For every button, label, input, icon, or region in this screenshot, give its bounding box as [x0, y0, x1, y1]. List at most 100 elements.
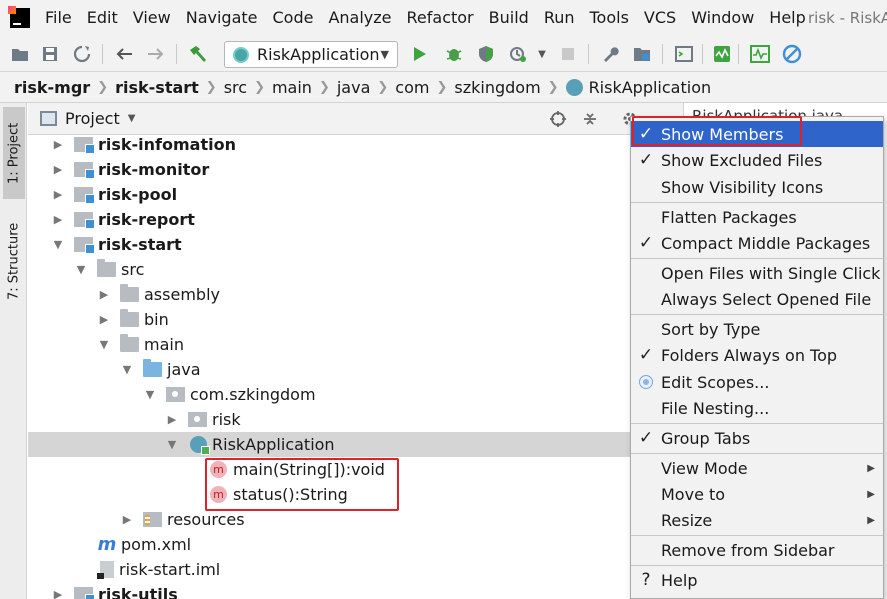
profile-icon[interactable]: [508, 44, 528, 64]
menu-item-show-visibility-icons[interactable]: Show Visibility Icons: [631, 174, 883, 200]
chevron-right-icon[interactable]: ▶: [119, 513, 135, 526]
tree-node-risk-infomation[interactable]: ▶ risk-infomation: [28, 135, 683, 157]
collapse-all-icon[interactable]: [580, 109, 600, 129]
tree-node-risk-start[interactable]: ▼ risk-start: [28, 232, 683, 257]
chevron-right-icon[interactable]: ▶: [164, 413, 180, 426]
tree-node-label: risk-pool: [98, 185, 178, 204]
tree-node-risk-report[interactable]: ▶ risk-report: [28, 207, 683, 232]
menu-item-resize[interactable]: Resize ▶: [631, 507, 883, 533]
breadcrumb-risk-start[interactable]: risk-start: [115, 78, 199, 97]
menu-item-view-mode[interactable]: View Mode ▶: [631, 455, 883, 481]
tree-node-risk-monitor[interactable]: ▶ risk-monitor: [28, 157, 683, 182]
chevron-down-icon[interactable]: ▼: [128, 113, 136, 124]
tree-node-assembly[interactable]: ▶ assembly: [28, 282, 683, 307]
tree-node-risk[interactable]: ▶ risk: [28, 407, 683, 432]
breadcrumb-src[interactable]: src: [224, 78, 247, 97]
menu-item-show-excluded-files[interactable]: ✓ Show Excluded Files: [631, 147, 883, 173]
menu-item-help[interactable]: ? Help: [631, 567, 883, 593]
menu-vcs[interactable]: VCS: [637, 0, 684, 36]
chevron-down-icon[interactable]: ▼: [119, 363, 135, 376]
run-icon[interactable]: [410, 44, 430, 64]
settings-wrench-icon[interactable]: [600, 44, 620, 64]
annotation-box-methods: [205, 458, 399, 511]
menu-tools[interactable]: Tools: [583, 0, 637, 36]
locate-crosshair-icon[interactable]: [548, 109, 568, 129]
tree-node-src[interactable]: ▼ src: [28, 257, 683, 282]
chevron-right-icon[interactable]: ▶: [96, 313, 112, 326]
project-panel-title[interactable]: Project: [65, 109, 120, 128]
menu-item-folders-always-on-top[interactable]: ✓ Folders Always on Top: [631, 342, 883, 368]
menu-item-edit-scopes[interactable]: Edit Scopes...: [631, 369, 883, 395]
chevron-right-icon[interactable]: ▶: [96, 288, 112, 301]
breadcrumb-risk-application[interactable]: RiskApplication: [589, 78, 712, 97]
chevron-down-icon[interactable]: ▼: [142, 388, 158, 401]
menu-navigate[interactable]: Navigate: [179, 0, 266, 36]
tab-project[interactable]: 1: Project: [3, 107, 25, 199]
activity-monitor-icon[interactable]: [750, 44, 770, 64]
chevron-right-icon[interactable]: ▶: [50, 138, 66, 151]
breadcrumb-main[interactable]: main: [272, 78, 312, 97]
module-folder-icon: [74, 187, 95, 204]
tree-node-bin[interactable]: ▶ bin: [28, 307, 683, 332]
resources-folder-icon: [143, 512, 162, 527]
breadcrumb-com[interactable]: com: [395, 78, 429, 97]
run-dashboard-icon[interactable]: [712, 44, 732, 64]
chevron-down-icon[interactable]: ▼: [164, 438, 180, 451]
menu-item-label: Remove from Sidebar: [661, 540, 835, 560]
chevron-down-icon[interactable]: ▼: [96, 338, 112, 351]
menu-item-sort-by-type[interactable]: Sort by Type: [631, 316, 883, 342]
tree-node-java[interactable]: ▼ java: [28, 357, 683, 382]
build-hammer-icon[interactable]: [188, 44, 208, 64]
coverage-shield-icon[interactable]: [476, 44, 496, 64]
open-folder-icon[interactable]: [10, 44, 30, 64]
menu-code[interactable]: Code: [266, 0, 322, 36]
tree-node-com-szkingdom[interactable]: ▼ com.szkingdom: [28, 382, 683, 407]
menu-item-flatten-packages[interactable]: Flatten Packages: [631, 204, 883, 230]
menu-help[interactable]: Help: [762, 0, 813, 36]
chevron-down-icon[interactable]: ▼: [73, 263, 89, 276]
menu-item-open-files-single-click[interactable]: Open Files with Single Click: [631, 260, 883, 286]
tree-node-label: RiskApplication: [212, 435, 335, 454]
menu-view[interactable]: View: [126, 0, 179, 36]
tree-node-risk-utils[interactable]: ▶ risk-utils: [28, 582, 683, 599]
breadcrumb-risk-mgr[interactable]: risk-mgr: [14, 78, 90, 97]
power-save-mode-icon[interactable]: [782, 44, 802, 64]
chevron-right-icon[interactable]: ▶: [50, 188, 66, 201]
sync-icon[interactable]: [72, 44, 92, 64]
breadcrumb-java[interactable]: java: [337, 78, 371, 97]
tab-structure[interactable]: 7: Structure: [3, 211, 25, 311]
module-folder-icon: [74, 587, 95, 599]
menu-window[interactable]: Window: [684, 0, 762, 36]
tree-node-risk-application[interactable]: ▼ RiskApplication: [28, 432, 683, 457]
menu-edit[interactable]: Edit: [80, 0, 126, 36]
menu-item-move-to[interactable]: Move to ▶: [631, 481, 883, 507]
chevron-right-icon[interactable]: ▶: [50, 213, 66, 226]
run-configuration-select[interactable]: RiskApplication ▼: [224, 41, 398, 68]
menu-refactor[interactable]: Refactor: [400, 0, 482, 36]
tree-node-main[interactable]: ▼ main: [28, 332, 683, 357]
project-structure-icon[interactable]: [632, 44, 652, 64]
menu-build[interactable]: Build: [482, 0, 537, 36]
menu-item-compact-middle-packages[interactable]: ✓ Compact Middle Packages: [631, 230, 883, 256]
back-arrow-icon[interactable]: [114, 44, 134, 64]
breadcrumb-szkingdom[interactable]: szkingdom: [454, 78, 540, 97]
terminal-window-icon[interactable]: [674, 44, 694, 64]
menu-item-group-tabs[interactable]: ✓ Group Tabs: [631, 425, 883, 451]
menu-item-always-select-opened-file[interactable]: Always Select Opened File: [631, 286, 883, 312]
debug-bug-icon[interactable]: [444, 44, 464, 64]
tree-node-risk-pool[interactable]: ▶ risk-pool: [28, 182, 683, 207]
chevron-right-icon[interactable]: ▶: [50, 588, 66, 599]
save-icon[interactable]: [40, 44, 60, 64]
profile-dropdown-icon[interactable]: ▼: [532, 44, 552, 64]
tree-node-pom[interactable]: m pom.xml: [28, 532, 683, 557]
stop-icon[interactable]: [558, 44, 578, 64]
chevron-down-icon[interactable]: ▼: [50, 238, 66, 251]
forward-arrow-icon[interactable]: [146, 44, 166, 64]
menu-item-remove-from-sidebar[interactable]: Remove from Sidebar: [631, 537, 883, 563]
menu-analyze[interactable]: Analyze: [321, 0, 399, 36]
tree-node-iml[interactable]: risk-start.iml: [28, 557, 683, 582]
menu-run[interactable]: Run: [537, 0, 583, 36]
chevron-right-icon[interactable]: ▶: [50, 163, 66, 176]
menu-file[interactable]: File: [38, 0, 80, 36]
menu-item-file-nesting[interactable]: File Nesting...: [631, 395, 883, 421]
